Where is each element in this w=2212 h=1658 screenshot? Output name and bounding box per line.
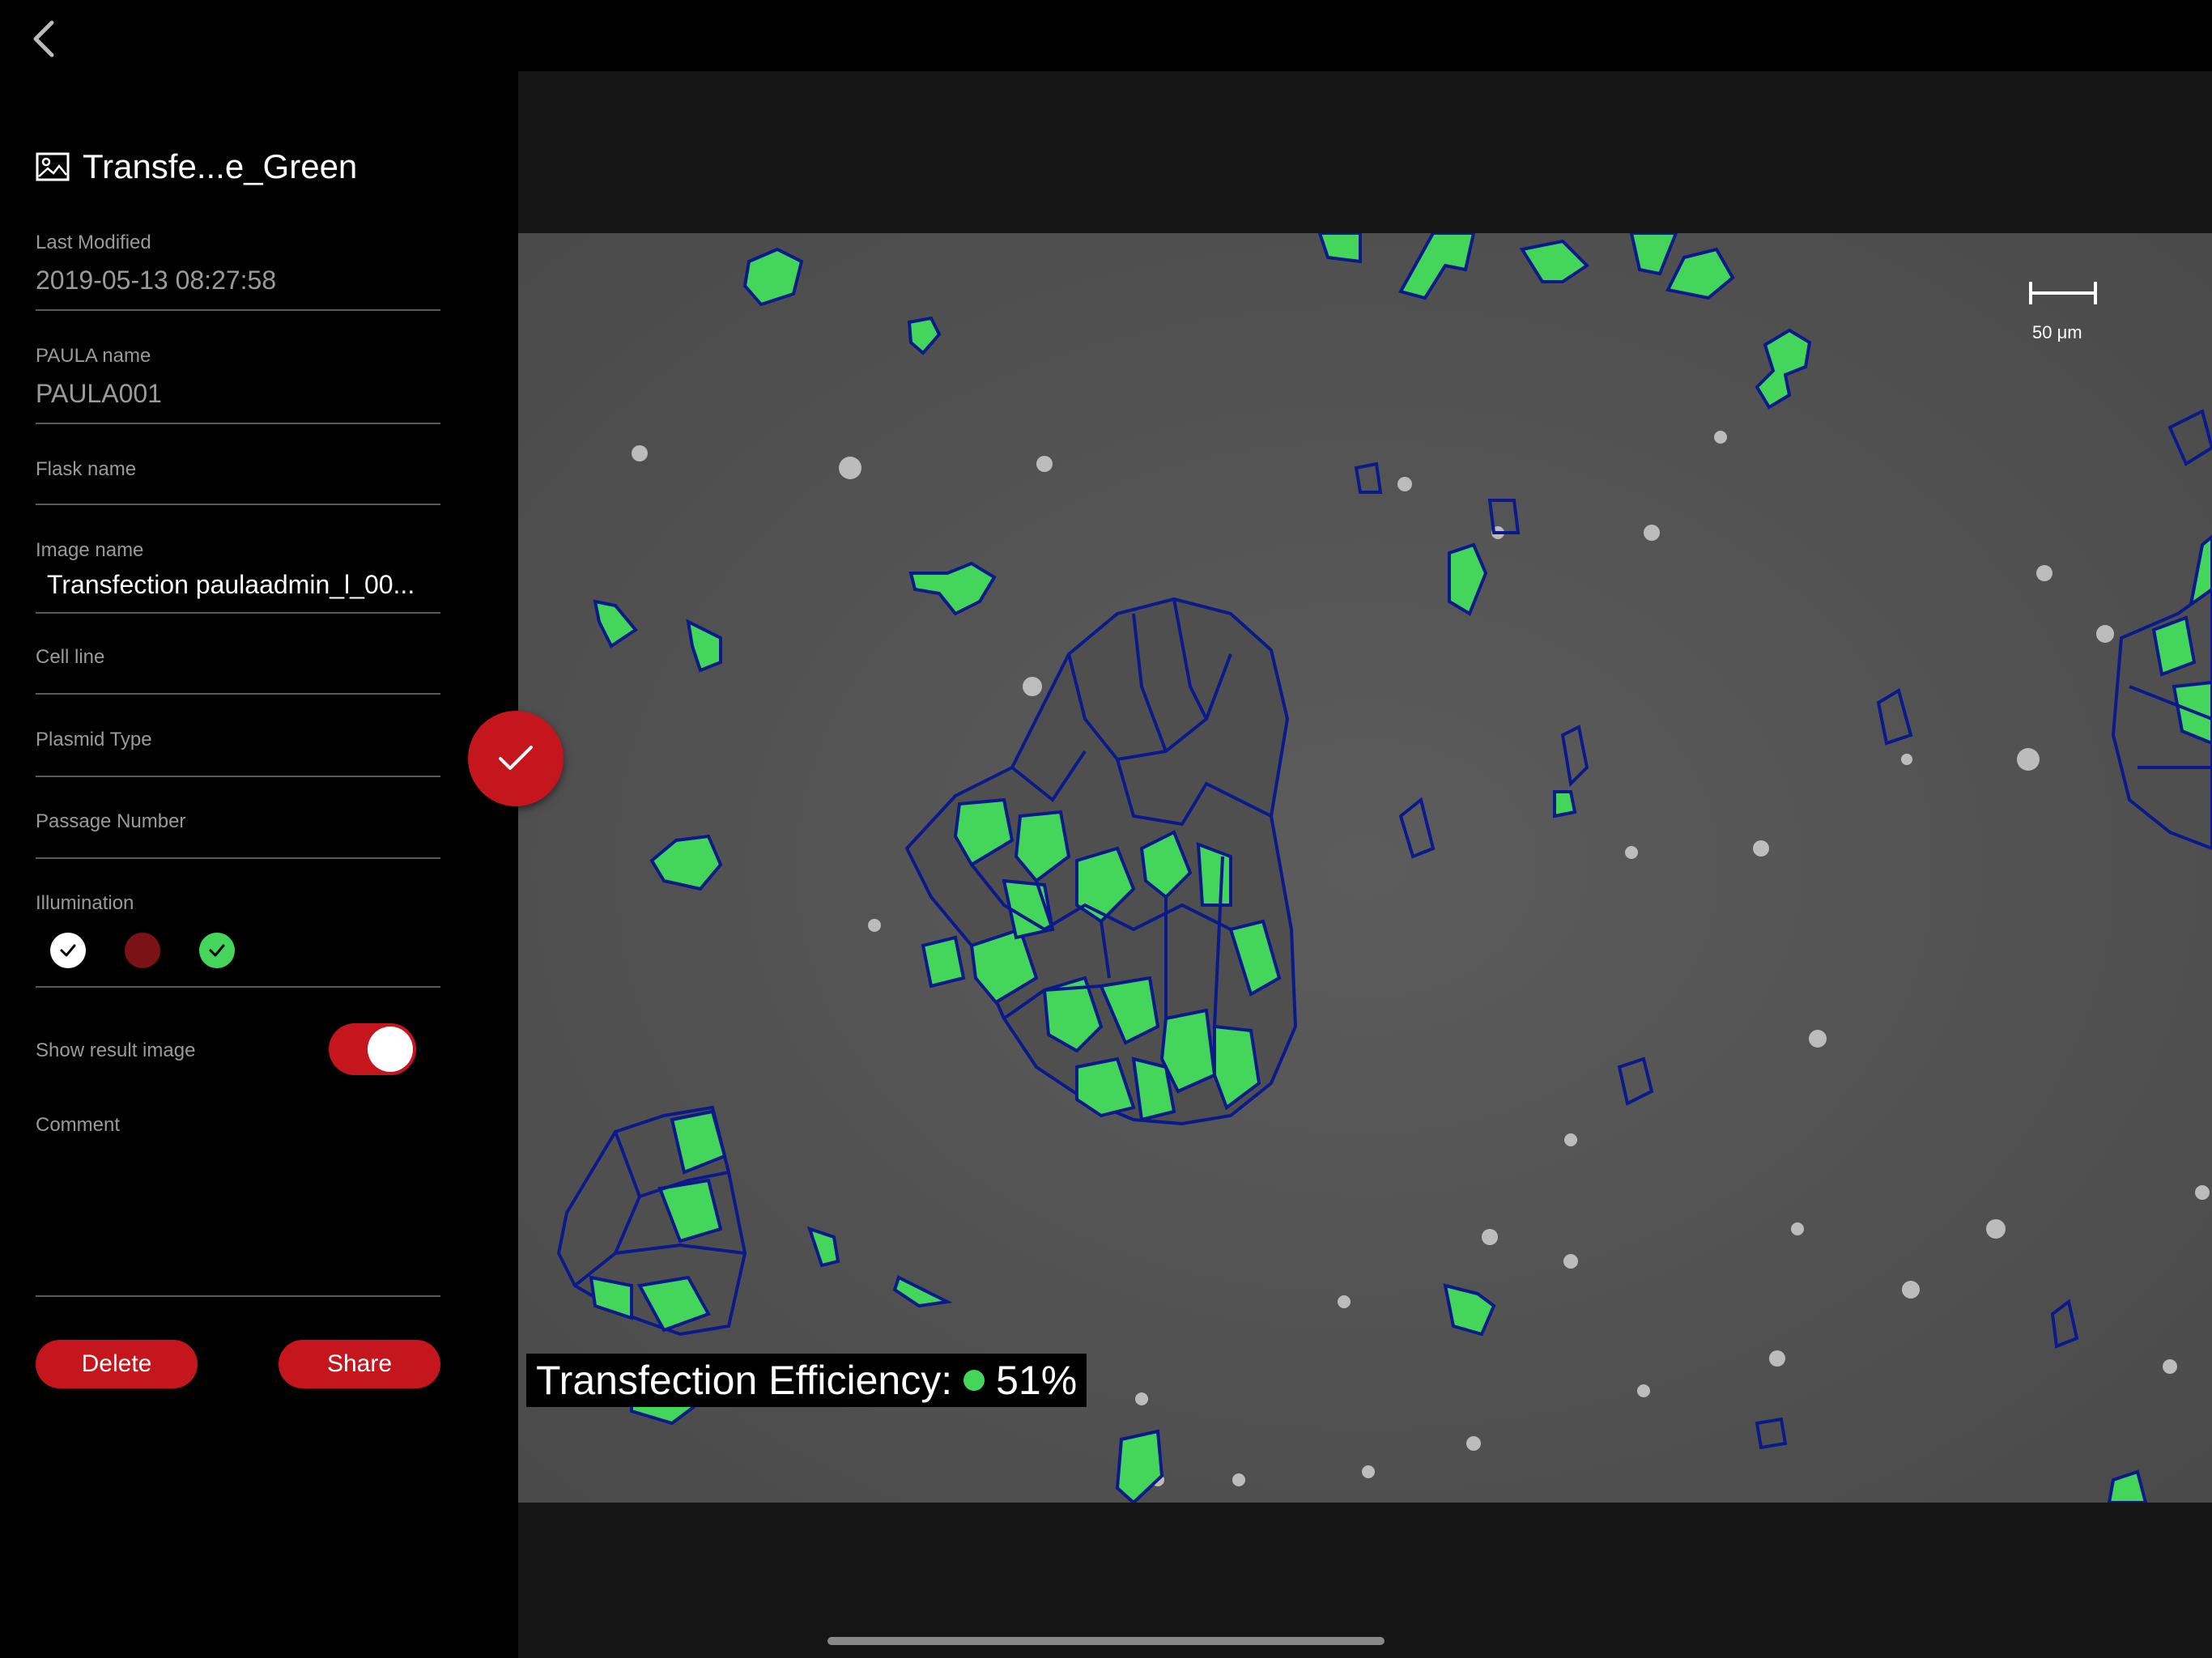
- illumination-green-option[interactable]: [199, 933, 235, 968]
- app-root: Transfe...e_Green Last Modified 2019-05-…: [0, 0, 2212, 1658]
- check-icon: [209, 944, 225, 957]
- image-icon: [36, 152, 70, 181]
- last-modified-value: 2019-05-13 08:27:58: [36, 266, 277, 295]
- efficiency-value: 51%: [996, 1358, 1078, 1403]
- show-result-toggle[interactable]: [329, 1023, 416, 1075]
- checkmark-icon: [499, 746, 533, 770]
- sidebar: Transfe...e_Green Last Modified 2019-05-…: [0, 0, 518, 1658]
- transfection-efficiency-badge: Transfection Efficiency: 51%: [526, 1354, 1087, 1407]
- plasmid-type-label: Plasmid Type: [36, 729, 152, 750]
- microscopy-image[interactable]: [518, 233, 2212, 1503]
- image-name-label: Image name: [36, 539, 144, 561]
- illumination-label: Illumination: [36, 892, 134, 914]
- show-result-label: Show result image: [36, 1039, 196, 1061]
- check-icon: [60, 944, 76, 957]
- efficiency-label: Transfection Efficiency:: [536, 1358, 953, 1403]
- passage-number-field[interactable]: Passage Number: [36, 810, 440, 859]
- last-modified-field: Last Modified 2019-05-13 08:27:58: [36, 232, 440, 311]
- flask-name-label: Flask name: [36, 458, 137, 480]
- cell-segmentation-overlay: [518, 233, 2212, 1503]
- image-name-field[interactable]: Image name Transfection paulaadmin_l_00.…: [36, 539, 440, 614]
- passage-number-label: Passage Number: [36, 810, 186, 832]
- chevron-left-icon: [33, 20, 54, 57]
- scale-bar-label: 50 μm: [2032, 322, 2082, 342]
- illumination-white-option[interactable]: [50, 933, 86, 968]
- plasmid-type-field[interactable]: Plasmid Type: [36, 729, 440, 777]
- back-button[interactable]: [19, 15, 68, 63]
- flask-name-field[interactable]: Flask name: [36, 458, 440, 505]
- cell-line-label: Cell line: [36, 646, 105, 668]
- paula-name-value: PAULA001: [36, 379, 162, 408]
- page-title: Transfe...e_Green: [83, 147, 358, 185]
- delete-button[interactable]: Delete: [36, 1340, 198, 1388]
- illumination-red-option[interactable]: [125, 933, 160, 968]
- share-button[interactable]: Share: [279, 1340, 440, 1388]
- paula-name-label: PAULA name: [36, 345, 151, 367]
- green-dot-icon: [963, 1370, 985, 1391]
- image-name-value: Transfection paulaadmin_l_00...: [47, 570, 415, 599]
- illumination-options: [50, 933, 235, 968]
- paula-name-field[interactable]: PAULA name PAULA001: [36, 345, 440, 424]
- comment-field[interactable]: Comment: [36, 1114, 440, 1297]
- page-title-row: Transfe...e_Green: [36, 147, 357, 186]
- comment-label: Comment: [36, 1114, 121, 1136]
- confirm-button[interactable]: [468, 711, 564, 806]
- toggle-knob: [368, 1027, 413, 1072]
- cell-line-field[interactable]: Cell line: [36, 646, 440, 695]
- last-modified-label: Last Modified: [36, 232, 151, 253]
- home-indicator[interactable]: [827, 1637, 1385, 1645]
